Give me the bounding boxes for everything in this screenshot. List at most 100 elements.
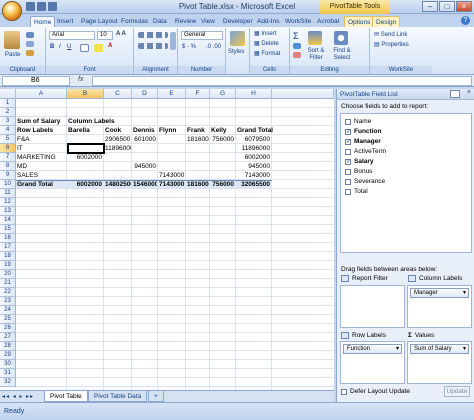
field-checkbox[interactable]: ✓	[345, 139, 351, 145]
update-button[interactable]: Update	[444, 386, 470, 397]
cell-a5[interactable]: F&A	[17, 135, 334, 144]
send-link-button[interactable]: ✉ Send Link	[374, 31, 407, 38]
row-header-19[interactable]: 19	[0, 261, 16, 270]
row-header-1[interactable]: 1	[0, 99, 16, 108]
row-header-5[interactable]: 5	[0, 135, 16, 144]
tab-review[interactable]: Review	[172, 16, 199, 27]
tab-insert[interactable]: Insert	[54, 16, 76, 27]
row-header-8[interactable]: 8	[0, 162, 16, 171]
field-item[interactable]: Bonus	[345, 167, 372, 177]
worksheet-grid[interactable]: A B C D E F G H 1 2 3 4 5 6 7 8 9 10 11 12 13 14 15 16 17 18 19 20 2…	[0, 89, 334, 390]
name-box[interactable]: B6	[2, 76, 70, 86]
paste-icon[interactable]	[4, 31, 20, 49]
sort-filter-icon[interactable]	[308, 31, 322, 45]
column-header-g[interactable]: G	[210, 89, 236, 99]
insert-cells-button[interactable]: ▦ Insert	[254, 30, 276, 37]
fill-icon[interactable]	[293, 43, 301, 49]
cell-g5[interactable]: 756000	[211, 135, 235, 144]
tab-view[interactable]: View	[198, 16, 218, 27]
row-header-6[interactable]: 6	[0, 144, 16, 153]
row-header-30[interactable]: 30	[0, 360, 16, 369]
row-header-23[interactable]: 23	[0, 297, 16, 306]
row-header-15[interactable]: 15	[0, 225, 16, 234]
field-checkbox[interactable]	[345, 179, 351, 185]
font-size-combo[interactable]: 10	[97, 31, 113, 40]
italic-icon[interactable]: I	[59, 44, 61, 50]
cell-d5[interactable]: 601000	[133, 135, 157, 144]
row-field-dropdown-icon[interactable]: ▾	[396, 345, 399, 353]
tab-page-layout[interactable]: Page Layout	[78, 16, 121, 27]
styles-label[interactable]: Styles	[228, 49, 244, 55]
row-header-16[interactable]: 16	[0, 234, 16, 243]
cell-b10[interactable]: 6002000	[68, 180, 103, 189]
column-header-a[interactable]: A	[16, 89, 67, 99]
cell-d10[interactable]: 1546000	[133, 180, 157, 189]
column-header-f[interactable]: F	[186, 89, 210, 99]
row-header-17[interactable]: 17	[0, 243, 16, 252]
underline-icon[interactable]: U	[67, 44, 71, 50]
row-header-20[interactable]: 20	[0, 270, 16, 279]
column-header-h[interactable]: H	[236, 89, 272, 99]
column-header-b[interactable]: B	[67, 89, 104, 99]
cell-e10[interactable]: 7143000	[159, 180, 185, 189]
field-item[interactable]: Total	[345, 187, 368, 197]
tab-developer[interactable]: Developer	[220, 16, 256, 27]
row-header-4[interactable]: 4	[0, 126, 16, 135]
cell-a8[interactable]: MD	[17, 162, 334, 171]
cell-h4[interactable]: Grand Total	[237, 126, 334, 135]
row-header-13[interactable]: 13	[0, 207, 16, 216]
report-filter-area[interactable]	[340, 285, 405, 328]
row-header-31[interactable]: 31	[0, 369, 16, 378]
cell-f5[interactable]: 1816000	[187, 135, 209, 144]
field-list-close-icon[interactable]: ×	[467, 89, 471, 96]
column-header-c[interactable]: C	[104, 89, 132, 99]
column-header-d[interactable]: D	[132, 89, 158, 99]
field-checkbox[interactable]	[345, 189, 351, 195]
row-field-pill[interactable]: Function ▾	[343, 344, 402, 354]
borders-icon[interactable]	[80, 44, 89, 52]
field-checkbox[interactable]: ✓	[345, 129, 351, 135]
row-labels-area[interactable]: Function ▾	[340, 341, 405, 384]
cell-b3[interactable]: Column Labels	[68, 117, 334, 126]
vertical-align-icon[interactable]	[138, 32, 168, 38]
fx-icon[interactable]: fx	[78, 76, 83, 83]
value-field-dropdown-icon[interactable]: ▾	[463, 345, 466, 353]
paste-label[interactable]: Paste	[5, 52, 20, 58]
cell-h9[interactable]: 7143000	[237, 171, 271, 180]
row-header-24[interactable]: 24	[0, 306, 16, 315]
cell-c6[interactable]: 11896000	[105, 144, 131, 153]
row-header-26[interactable]: 26	[0, 324, 16, 333]
find-select-label[interactable]: Find & Select	[330, 48, 354, 62]
bold-icon[interactable]: B	[50, 44, 54, 50]
cell-c10[interactable]: 14802500	[105, 180, 131, 189]
defer-layout-update[interactable]: Defer Layout Update	[341, 388, 410, 395]
row-header-14[interactable]: 14	[0, 216, 16, 225]
font-name-combo[interactable]: Arial	[49, 31, 95, 40]
field-item[interactable]: ✓ Function	[345, 127, 381, 137]
cell-h6[interactable]: 11896000	[237, 144, 271, 153]
tab-add-ins[interactable]: Add-Ins	[254, 16, 282, 27]
sort-filter-label[interactable]: Sort & Filter	[304, 48, 328, 62]
row-header-28[interactable]: 28	[0, 342, 16, 351]
sheet-tab-pivot-table-data[interactable]: Pivot Table Data	[88, 391, 148, 402]
cell-h10[interactable]: 32065500	[237, 180, 271, 189]
decimal-icon[interactable]: .0 .00	[206, 44, 221, 50]
properties-button[interactable]: ▤ Properties	[374, 41, 409, 48]
row-header-11[interactable]: 11	[0, 189, 16, 198]
row-header-9[interactable]: 9	[0, 171, 16, 180]
defer-checkbox[interactable]	[341, 388, 347, 395]
cell-a7[interactable]: MARKETING	[17, 153, 334, 162]
cell-h7[interactable]: 6002000	[237, 153, 271, 162]
column-header-e[interactable]: E	[158, 89, 186, 99]
field-item[interactable]: Severance	[345, 177, 385, 187]
row-header-10[interactable]: 10	[0, 180, 16, 189]
field-checkbox[interactable]	[345, 169, 351, 175]
format-painter-icon[interactable]	[26, 50, 34, 56]
row-header-18[interactable]: 18	[0, 252, 16, 261]
row-header-25[interactable]: 25	[0, 315, 16, 324]
minimize-button[interactable]: –	[422, 1, 438, 12]
tab-worksite[interactable]: WorkSite	[282, 16, 314, 27]
field-checkbox[interactable]: ✓	[345, 159, 351, 165]
wrap-merge-icon[interactable]	[170, 32, 176, 50]
row-header-7[interactable]: 7	[0, 153, 16, 162]
